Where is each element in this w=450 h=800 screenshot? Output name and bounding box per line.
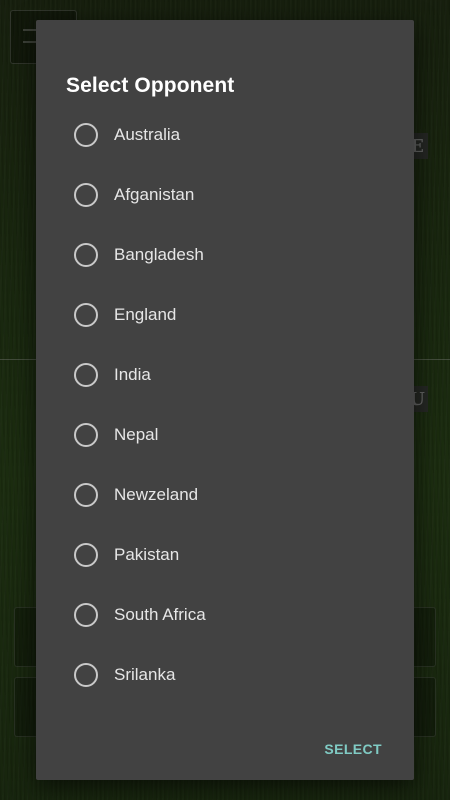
radio-unchecked-icon[interactable] [74, 663, 98, 687]
opponent-option-nepal[interactable]: Nepal [36, 405, 414, 465]
opponent-list: Australia Afganistan Bangladesh England … [36, 105, 414, 705]
select-button[interactable]: SELECT [324, 741, 382, 757]
opponent-option-label: Pakistan [114, 545, 180, 564]
opponent-option-label: Bangladesh [114, 245, 204, 264]
radio-unchecked-icon[interactable] [74, 423, 98, 447]
radio-unchecked-icon[interactable] [74, 243, 98, 267]
opponent-option-bangladesh[interactable]: Bangladesh [36, 225, 414, 285]
select-opponent-dialog: Select Opponent Australia Afganistan Ban… [36, 20, 414, 780]
opponent-option-label: Newzeland [114, 485, 199, 504]
radio-unchecked-icon[interactable] [74, 603, 98, 627]
opponent-option-newzeland[interactable]: Newzeland [36, 465, 414, 525]
radio-unchecked-icon[interactable] [74, 303, 98, 327]
opponent-option-south-africa[interactable]: South Africa [36, 585, 414, 645]
opponent-option-srilanka[interactable]: Srilanka [36, 645, 414, 705]
app-screen: E U Select Opponent Australia Afganistan… [0, 0, 450, 800]
radio-unchecked-icon[interactable] [74, 363, 98, 387]
opponent-option-label: England [114, 305, 177, 324]
dialog-title: Select Opponent [66, 74, 235, 97]
opponent-option-label: Srilanka [114, 665, 176, 684]
radio-unchecked-icon[interactable] [74, 123, 98, 147]
opponent-option-australia[interactable]: Australia [36, 105, 414, 165]
opponent-option-label: Nepal [114, 425, 159, 444]
radio-unchecked-icon[interactable] [74, 543, 98, 567]
opponent-option-india[interactable]: India [36, 345, 414, 405]
opponent-option-label: Afganistan [114, 185, 195, 204]
opponent-option-label: South Africa [114, 605, 206, 624]
opponent-option-afganistan[interactable]: Afganistan [36, 165, 414, 225]
opponent-option-label: Australia [114, 125, 181, 144]
opponent-option-england[interactable]: England [36, 285, 414, 345]
radio-unchecked-icon[interactable] [74, 483, 98, 507]
radio-unchecked-icon[interactable] [74, 183, 98, 207]
opponent-option-label: India [114, 365, 151, 384]
opponent-option-pakistan[interactable]: Pakistan [36, 525, 414, 585]
